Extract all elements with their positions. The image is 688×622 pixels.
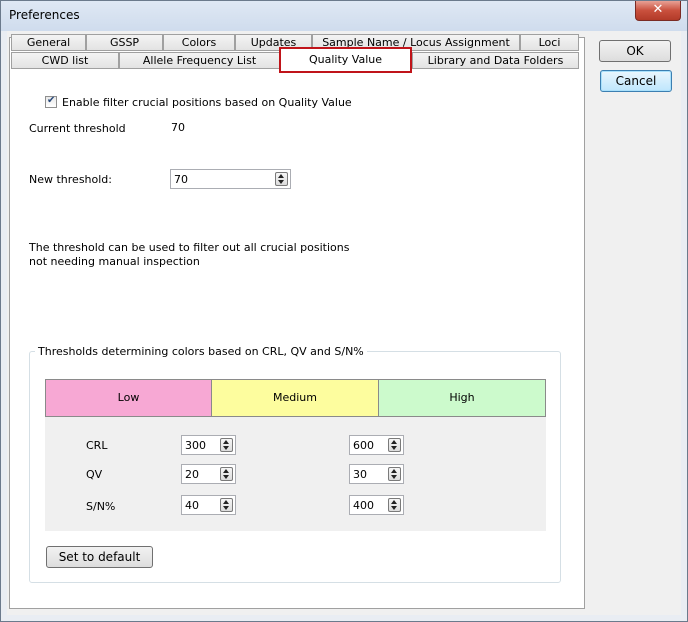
qv-low-medium-value: 20 xyxy=(185,468,199,481)
tab-library-and-data-folders[interactable]: Library and Data Folders xyxy=(412,52,579,69)
set-to-default-button[interactable]: Set to default xyxy=(46,546,153,568)
tab-loci[interactable]: Loci xyxy=(520,34,579,51)
qv-medium-high-stepper[interactable]: 30 xyxy=(349,464,404,484)
qv-low-medium-stepper[interactable]: 20 xyxy=(181,464,236,484)
crl-low-medium-stepper[interactable]: 300 xyxy=(181,435,236,455)
level-high-header: High xyxy=(378,379,546,417)
spin-arrows-icon[interactable] xyxy=(388,467,401,481)
preferences-window: Preferences ✕ General GSSP Colors Update… xyxy=(0,0,688,622)
sn-low-medium-value: 40 xyxy=(185,499,199,512)
description-line-1: The threshold can be used to filter out … xyxy=(29,241,350,254)
window-title: Preferences xyxy=(9,8,80,22)
ok-button[interactable]: OK xyxy=(599,40,671,62)
new-threshold-label: New threshold: xyxy=(29,173,112,186)
sn-medium-high-stepper[interactable]: 400 xyxy=(349,495,404,515)
color-thresholds-group-title: Thresholds determining colors based on C… xyxy=(35,345,367,358)
enable-filter-label: Enable filter crucial positions based on… xyxy=(62,96,352,109)
enable-filter-checkbox[interactable] xyxy=(45,95,57,108)
crl-label: CRL xyxy=(86,439,108,452)
current-threshold-value: 70 xyxy=(171,121,185,134)
new-threshold-stepper[interactable]: 70 xyxy=(170,169,291,189)
close-icon: ✕ xyxy=(652,2,664,17)
sn-percent-label: S/N% xyxy=(86,500,116,513)
spin-arrows-icon[interactable] xyxy=(220,438,233,452)
new-threshold-value: 70 xyxy=(174,173,188,186)
tab-general[interactable]: General xyxy=(11,34,86,51)
cancel-button[interactable]: Cancel xyxy=(600,70,672,92)
spin-arrows-icon[interactable] xyxy=(388,498,401,512)
qv-medium-high-value: 30 xyxy=(353,468,367,481)
spin-arrows-icon[interactable] xyxy=(275,172,288,186)
sn-medium-high-value: 400 xyxy=(353,499,374,512)
levels-panel: Low Medium High xyxy=(45,379,546,531)
tab-colors[interactable]: Colors xyxy=(163,34,235,51)
current-threshold-label: Current threshold xyxy=(29,122,126,135)
level-medium-header: Medium xyxy=(211,379,379,417)
tab-quality-value[interactable]: Quality Value xyxy=(279,47,412,73)
level-low-header: Low xyxy=(45,379,212,417)
crl-low-medium-value: 300 xyxy=(185,439,206,452)
description-line-2: not needing manual inspection xyxy=(29,255,200,268)
title-bar[interactable]: Preferences ✕ xyxy=(1,1,687,31)
sn-low-medium-stepper[interactable]: 40 xyxy=(181,495,236,515)
tab-allele-frequency-list[interactable]: Allele Frequency List xyxy=(119,52,280,69)
spin-arrows-icon[interactable] xyxy=(388,438,401,452)
spin-arrows-icon[interactable] xyxy=(220,498,233,512)
crl-medium-high-value: 600 xyxy=(353,439,374,452)
crl-medium-high-stepper[interactable]: 600 xyxy=(349,435,404,455)
tab-gssp[interactable]: GSSP xyxy=(86,34,163,51)
qv-label: QV xyxy=(86,468,103,481)
spin-arrows-icon[interactable] xyxy=(220,467,233,481)
close-button[interactable]: ✕ xyxy=(635,1,681,21)
tab-cwd-list[interactable]: CWD list xyxy=(11,52,119,69)
